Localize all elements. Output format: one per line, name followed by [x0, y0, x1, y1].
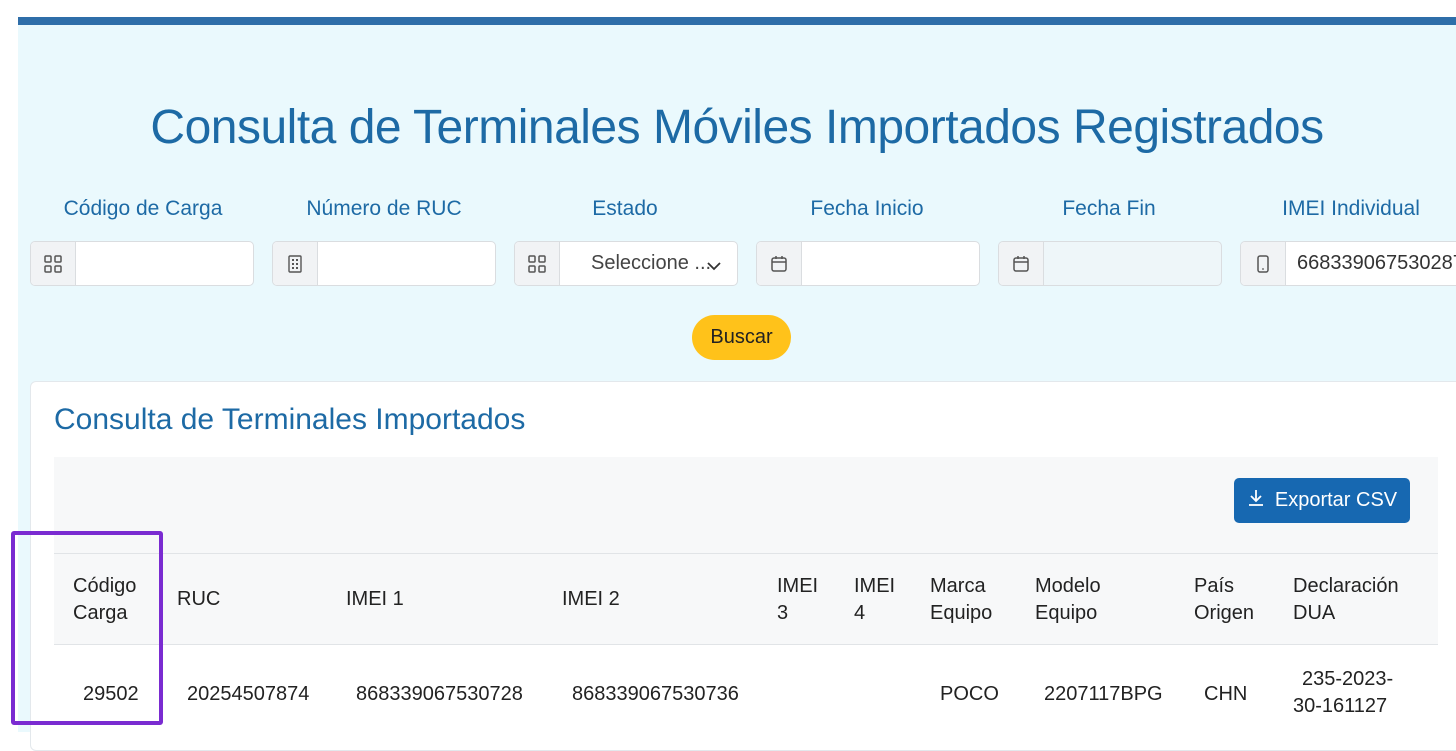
numero-ruc-input[interactable]: [319, 242, 495, 285]
column-header-line: Equipo: [1035, 602, 1098, 624]
highlight-box: [11, 531, 163, 725]
estado-select[interactable]: Seleccione ...: [514, 241, 738, 286]
calendar-icon: [757, 242, 802, 285]
imei-individual-label: IMEI Individual: [1282, 197, 1420, 220]
chevron-down-icon: [707, 258, 721, 276]
column-header-modelo-equipo[interactable]: Modelo Equipo: [1035, 573, 1101, 627]
codigo-carga-field: [30, 241, 254, 286]
column-header-imei3[interactable]: IMEI 3: [777, 573, 818, 627]
column-header-ruc[interactable]: RUC: [177, 586, 220, 613]
cell-pais: CHN: [1204, 683, 1248, 705]
column-header-imei1[interactable]: IMEI 1: [346, 586, 404, 613]
estado-selected-value: Seleccione ...: [591, 252, 712, 274]
column-header-line: Declaración: [1293, 575, 1399, 597]
column-header-line: Marca: [930, 575, 986, 597]
cell-imei2: 868339067530736: [572, 683, 739, 705]
cell-marca: POCO: [940, 683, 999, 705]
column-header-declaracion-dua[interactable]: Declaración DUA: [1293, 573, 1399, 627]
column-header-line: País: [1194, 575, 1235, 597]
codigo-carga-input[interactable]: [77, 242, 253, 285]
column-header-marca-equipo[interactable]: Marca Equipo: [930, 573, 992, 627]
cell-ruc: 20254507874: [187, 683, 310, 705]
fecha-fin-label: Fecha Fin: [1062, 197, 1156, 220]
page-container: Consulta de Terminales Móviles Importado…: [11, 17, 1456, 751]
column-header-line: Modelo: [1035, 575, 1101, 597]
buscar-button[interactable]: Buscar: [692, 315, 791, 360]
cell-imei1: 868339067530728: [356, 683, 523, 705]
codigo-carga-label: Código de Carga: [63, 197, 223, 220]
numero-ruc-label: Número de RUC: [306, 197, 462, 220]
estado-label: Estado: [592, 197, 658, 220]
page-title: Consulta de Terminales Móviles Importado…: [150, 101, 1324, 154]
building-icon: [273, 242, 318, 285]
cell-line: 30-161127: [1293, 695, 1388, 717]
fecha-inicio-input[interactable]: [803, 242, 979, 285]
fecha-inicio-field: [756, 241, 980, 286]
column-header-line: IMEI: [777, 575, 819, 597]
table-toolbar: [54, 457, 1438, 553]
fecha-inicio-label: Fecha Inicio: [810, 197, 924, 220]
cell-line: 235-2023-: [1302, 668, 1394, 690]
grid-icon: [515, 242, 560, 285]
cell-declaracion-dua: 235-2023- 30-161127: [1293, 666, 1393, 720]
cell-modelo: 2207117BPG: [1044, 683, 1163, 705]
results-title: Consulta de Terminales Importados: [54, 403, 526, 436]
download-icon: [1247, 488, 1265, 514]
fecha-fin-field: [998, 241, 1222, 286]
export-csv-label: Exportar CSV: [1274, 489, 1398, 511]
column-header-line: 4: [854, 602, 866, 624]
phone-icon: [1241, 242, 1286, 285]
calendar-icon: [999, 242, 1044, 285]
imei-individual-input[interactable]: [1287, 242, 1456, 285]
column-header-imei2[interactable]: IMEI 2: [562, 586, 620, 613]
column-header-line: Origen: [1194, 602, 1255, 624]
numero-ruc-field: [272, 241, 496, 286]
export-csv-button[interactable]: Exportar CSV: [1234, 478, 1410, 523]
column-header-line: IMEI: [854, 575, 896, 597]
column-header-line: DUA: [1293, 602, 1336, 624]
column-header-line: 3: [777, 602, 789, 624]
column-header-pais-origen[interactable]: País Origen: [1194, 573, 1254, 627]
grid-icon: [31, 242, 76, 285]
fecha-fin-input[interactable]: [1045, 242, 1221, 285]
column-header-line: Equipo: [930, 602, 993, 624]
column-header-imei4[interactable]: IMEI 4: [854, 573, 895, 627]
imei-individual-field: [1240, 241, 1456, 286]
